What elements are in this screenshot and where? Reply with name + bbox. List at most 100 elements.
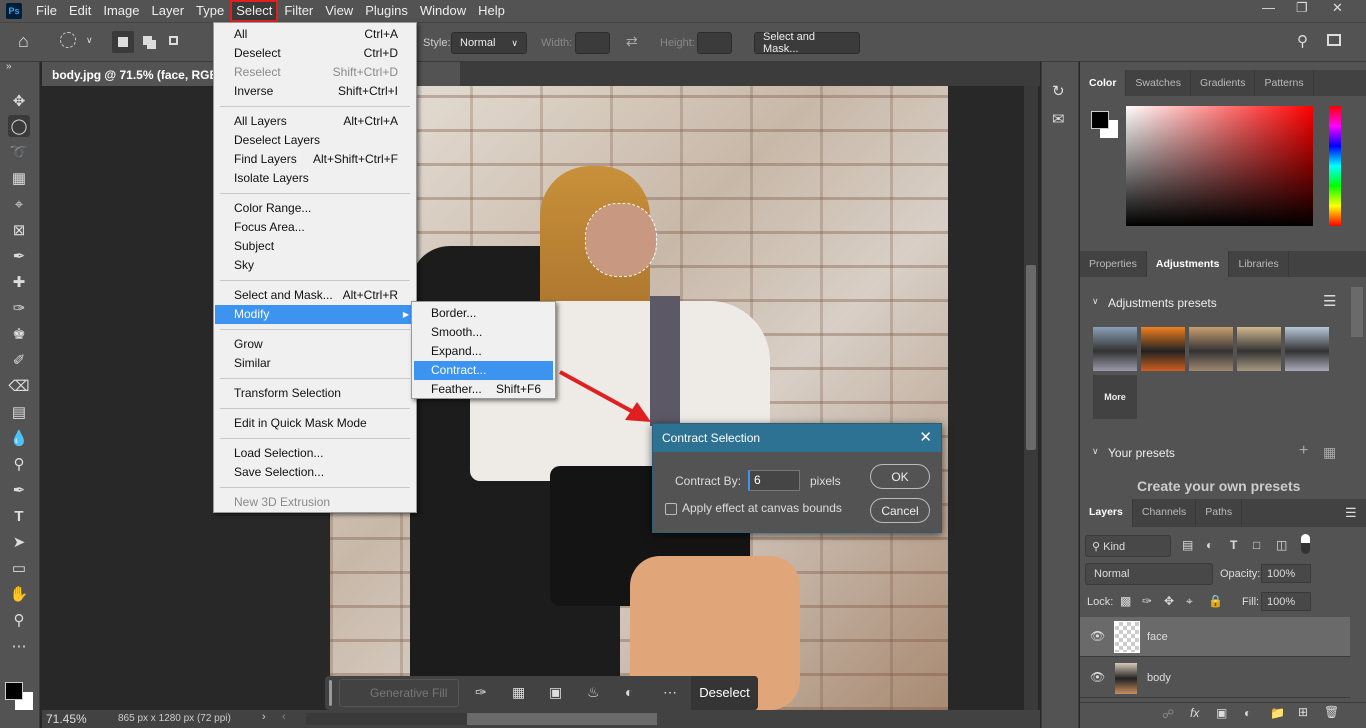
panel-menu-icon[interactable]: ☰ xyxy=(1345,505,1357,521)
tab-layers[interactable]: Layers xyxy=(1080,499,1133,527)
path-selection-tool-icon[interactable]: ➤ xyxy=(8,531,30,553)
eyedropper-tool-icon[interactable]: ✒ xyxy=(8,245,30,267)
history-brush-tool-icon[interactable]: ✐ xyxy=(8,349,30,371)
select-and-mask-button[interactable]: Select and Mask... xyxy=(754,31,860,55)
gradient-tool-icon[interactable]: ▤ xyxy=(8,401,30,423)
layer-row[interactable]: 👁 face xyxy=(1080,617,1350,657)
menu-item-all-layers[interactable]: All Layers Alt+Ctrl+A xyxy=(215,112,415,131)
add-mask-icon[interactable]: ▣ xyxy=(1216,706,1227,720)
style-select[interactable]: Normal ∨ xyxy=(451,32,527,54)
lock-image-icon[interactable]: ✑ xyxy=(1142,594,1152,608)
image-filter-icon[interactable]: ▤ xyxy=(1182,538,1193,552)
menu-item-color-range[interactable]: Color Range... xyxy=(215,199,415,218)
preset-thumb[interactable] xyxy=(1093,327,1137,371)
generative-fill-button[interactable]: Generative Fill xyxy=(339,679,459,707)
minimize-icon[interactable]: — xyxy=(1262,0,1275,15)
elliptical-marquee-tool-icon[interactable]: ◯ xyxy=(8,115,30,137)
adjust-panel-scrollbar[interactable] xyxy=(1351,287,1363,337)
submenu-item-expand[interactable]: Expand... xyxy=(414,342,553,361)
height-input[interactable] xyxy=(697,32,732,54)
menu-item-subject[interactable]: Subject xyxy=(215,237,415,256)
menu-item-inverse[interactable]: Inverse Shift+Ctrl+I xyxy=(215,82,415,101)
tab-libraries[interactable]: Libraries xyxy=(1229,251,1289,277)
new-adjustment-icon[interactable]: ◐ xyxy=(1244,706,1251,720)
zoom-tool-icon[interactable]: ⚲ xyxy=(8,609,30,631)
menu-plugins[interactable]: Plugins xyxy=(359,0,414,22)
menu-item-deselect[interactable]: Deselect Ctrl+D xyxy=(215,44,415,63)
document-info[interactable]: 865 px x 1280 px (72 ppi) xyxy=(118,713,231,724)
menu-file[interactable]: File xyxy=(30,0,63,22)
menu-help[interactable]: Help xyxy=(472,0,511,22)
menu-item-new-3d-extrusion[interactable]: New 3D Extrusion xyxy=(215,493,415,512)
menu-item-load-selection[interactable]: Load Selection... xyxy=(215,444,415,463)
delete-layer-icon[interactable]: 🗑 xyxy=(1324,705,1339,719)
submenu-item-contract[interactable]: Contract... xyxy=(414,361,553,380)
tab-properties[interactable]: Properties xyxy=(1080,251,1147,277)
menu-image[interactable]: Image xyxy=(97,0,145,22)
swap-icon[interactable]: ⇄ xyxy=(626,33,638,50)
submenu-item-feather[interactable]: Feather... Shift+F6 xyxy=(414,380,553,399)
link-layers-icon[interactable]: ☍ xyxy=(1162,707,1174,721)
fill-icon[interactable]: ♨ xyxy=(587,684,600,701)
menu-view[interactable]: View xyxy=(319,0,359,22)
menu-type[interactable]: Type xyxy=(190,0,230,22)
menu-item-select-and-mask[interactable]: Select and Mask... Alt+Ctrl+R xyxy=(215,286,415,305)
collapse-icon[interactable]: » xyxy=(6,61,12,72)
menu-item-all[interactable]: All Ctrl+A xyxy=(215,25,415,44)
new-group-icon[interactable]: 📁 xyxy=(1270,706,1285,720)
chevron-down-icon[interactable]: ∨ xyxy=(1092,446,1099,457)
opacity-input[interactable]: 100% xyxy=(1261,564,1311,583)
drag-handle[interactable] xyxy=(329,680,332,706)
list-view-icon[interactable]: ☰ xyxy=(1323,292,1336,310)
menu-item-transform-selection[interactable]: Transform Selection xyxy=(215,384,415,403)
crop-tool-icon[interactable]: ⌖ xyxy=(8,193,30,215)
lock-all-icon[interactable]: 🔒 xyxy=(1208,594,1223,608)
type-tool-icon[interactable]: T xyxy=(8,505,30,527)
foreground-color[interactable] xyxy=(1091,111,1109,129)
menu-window[interactable]: Window xyxy=(414,0,472,22)
menu-item-deselect-layers[interactable]: Deselect Layers xyxy=(215,131,415,150)
tab-gradients[interactable]: Gradients xyxy=(1191,70,1256,96)
menu-item-save-selection[interactable]: Save Selection... xyxy=(215,463,415,482)
fill-input[interactable]: 100% xyxy=(1261,592,1311,611)
preset-thumb[interactable] xyxy=(1285,327,1329,371)
canvas-bounds-checkbox[interactable] xyxy=(665,503,677,515)
home-icon[interactable]: ⌂ xyxy=(18,31,29,52)
menu-item-edit-in-quick-mask-mode[interactable]: Edit in Quick Mask Mode xyxy=(215,414,415,433)
blur-tool-icon[interactable]: 💧 xyxy=(8,427,30,449)
more-presets-button[interactable]: More xyxy=(1093,375,1137,419)
menu-edit[interactable]: Edit xyxy=(63,0,97,22)
select-subject-icon[interactable]: ▦ xyxy=(512,684,525,701)
object-selection-tool-icon[interactable]: ▦ xyxy=(8,167,30,189)
chevron-down-icon[interactable]: ∨ xyxy=(1092,296,1099,307)
fx-icon[interactable]: fx xyxy=(1190,706,1199,720)
mask-icon[interactable]: ▣ xyxy=(549,684,562,701)
adjustment-filter-icon[interactable]: ◐ xyxy=(1206,538,1213,552)
tab-channels[interactable]: Channels xyxy=(1133,499,1197,527)
layer-row[interactable]: 👁 body xyxy=(1080,658,1350,698)
frame-tool-icon[interactable]: ⊠ xyxy=(8,219,30,241)
width-input[interactable] xyxy=(575,32,610,54)
brush-icon[interactable]: ✑ xyxy=(475,684,487,701)
restore-icon[interactable]: ❐ xyxy=(1296,0,1308,16)
new-selection-button[interactable] xyxy=(112,31,134,53)
menu-item-focus-area[interactable]: Focus Area... xyxy=(215,218,415,237)
hue-slider[interactable] xyxy=(1329,106,1341,226)
visibility-eye-icon[interactable]: 👁 xyxy=(1090,629,1105,643)
preset-thumb[interactable] xyxy=(1141,327,1185,371)
horizontal-scrollbar-thumb[interactable] xyxy=(467,713,657,725)
subtract-selection-icon[interactable] xyxy=(169,36,178,45)
submenu-item-border[interactable]: Border... xyxy=(414,304,553,323)
deselect-button[interactable]: Deselect xyxy=(691,676,758,710)
menu-filter[interactable]: Filter xyxy=(278,0,319,22)
tab-patterns[interactable]: Patterns xyxy=(1255,70,1314,96)
rectangle-tool-icon[interactable]: ▭ xyxy=(8,557,30,579)
healing-brush-tool-icon[interactable]: ✚ xyxy=(8,271,30,293)
close-icon[interactable]: ✕ xyxy=(1332,0,1343,16)
layer-name[interactable]: body xyxy=(1147,672,1171,684)
vertical-scrollbar-thumb[interactable] xyxy=(1026,265,1036,450)
menu-item-grow[interactable]: Grow xyxy=(215,335,415,354)
lock-position-icon[interactable]: ✥ xyxy=(1164,594,1174,608)
foreground-color-swatch[interactable] xyxy=(5,682,23,700)
search-icon[interactable]: ⚲ xyxy=(1297,32,1308,50)
